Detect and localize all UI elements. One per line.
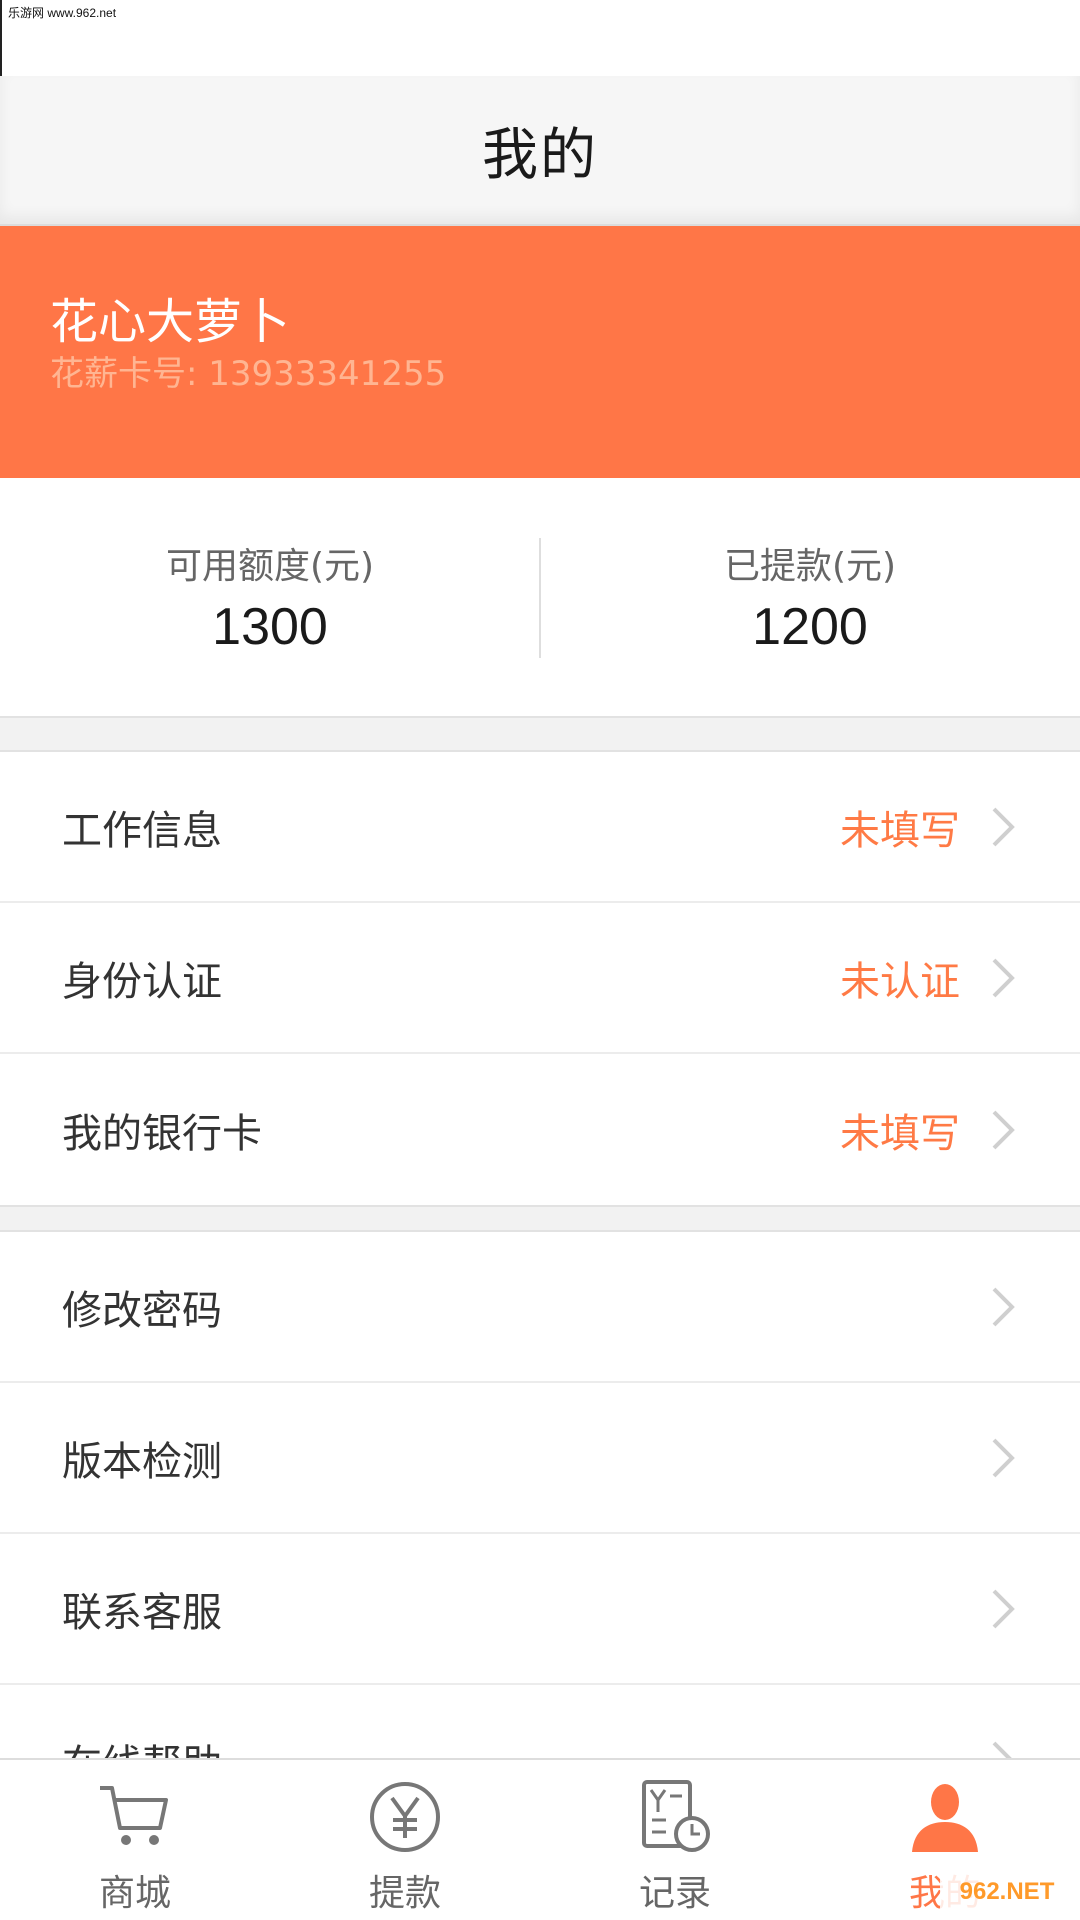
top-watermark-bar: 乐游网 www.962.net <box>0 0 1080 76</box>
record-icon <box>642 1780 710 1852</box>
tab-withdraw[interactable]: 提款 <box>270 1760 540 1920</box>
row-change-password[interactable]: 修改密码 <box>0 1232 1080 1383</box>
tab-records[interactable]: 记录 <box>540 1760 810 1920</box>
profile-header: 花心大萝卜 花薪卡号: 13933341255 <box>0 226 1080 478</box>
page-title: 我的 <box>482 122 598 188</box>
row-bank-card[interactable]: 我的银行卡 未填写 <box>0 1054 1080 1205</box>
chevron-right-icon <box>992 807 1015 846</box>
row-label: 修改密码 <box>62 1287 222 1334</box>
bottom-tab-bar: 商城 提款 记录 我的 <box>0 1758 1080 1920</box>
stats-panel: 可用额度(元) 1300 已提款(元) 1200 <box>0 478 1080 718</box>
info-group: 工作信息 未填写 身份认证 未认证 我的银行卡 未填写 <box>0 750 1080 1207</box>
site-logo: 962.NET <box>940 1870 1074 1914</box>
row-contact-service[interactable]: 联系客服 <box>0 1534 1080 1685</box>
tab-label: 商城 <box>98 1873 171 1914</box>
chevron-right-icon <box>992 1110 1015 1149</box>
stat-available-credit: 可用额度(元) 1300 <box>0 478 540 716</box>
yen-icon <box>370 1782 440 1852</box>
chevron-right-icon <box>992 1438 1015 1477</box>
profile-card-number: 花薪卡号: 13933341255 <box>50 354 447 394</box>
tab-label: 记录 <box>638 1873 711 1914</box>
row-label: 我的银行卡 <box>62 1110 262 1157</box>
profile-name: 花心大萝卜 <box>50 294 291 350</box>
cart-icon <box>100 1786 168 1845</box>
stat-value: 1200 <box>752 598 868 656</box>
row-label: 联系客服 <box>62 1589 222 1636</box>
row-label: 版本检测 <box>62 1438 222 1485</box>
row-version-check[interactable]: 版本检测 <box>0 1383 1080 1534</box>
tab-label: 提款 <box>368 1873 441 1914</box>
row-status: 未填写 <box>840 807 960 854</box>
row-status: 未认证 <box>840 958 960 1005</box>
user-icon <box>912 1784 978 1852</box>
row-online-help[interactable]: 在线帮助 <box>0 1685 1080 1759</box>
logo-text: 962.NET <box>959 1878 1055 1905</box>
stat-label: 已提款(元) <box>723 546 897 587</box>
row-label: 工作信息 <box>62 807 222 854</box>
stat-value: 1300 <box>212 598 328 656</box>
row-label: 在线帮助 <box>62 1732 988 1759</box>
row-work-info[interactable]: 工作信息 未填写 <box>0 752 1080 903</box>
chevron-right-icon <box>992 1589 1015 1628</box>
chevron-right-icon <box>992 1287 1015 1326</box>
settings-group: 修改密码 版本检测 联系客服 在线帮助 <box>0 1230 1080 1760</box>
tab-mall[interactable]: 商城 <box>0 1760 270 1920</box>
row-label: 身份认证 <box>62 958 222 1005</box>
stat-withdrawn: 已提款(元) 1200 <box>540 478 1080 716</box>
stat-divider <box>539 538 541 658</box>
row-status: 未填写 <box>840 1110 960 1157</box>
chevron-right-icon <box>992 1741 1013 1758</box>
chevron-right-icon <box>992 958 1015 997</box>
watermark-text: 乐游网 www.962.net <box>8 6 117 20</box>
row-identity-auth[interactable]: 身份认证 未认证 <box>0 903 1080 1054</box>
nav-bar: 我的 <box>0 76 1080 226</box>
stat-label: 可用额度(元) <box>165 546 375 587</box>
